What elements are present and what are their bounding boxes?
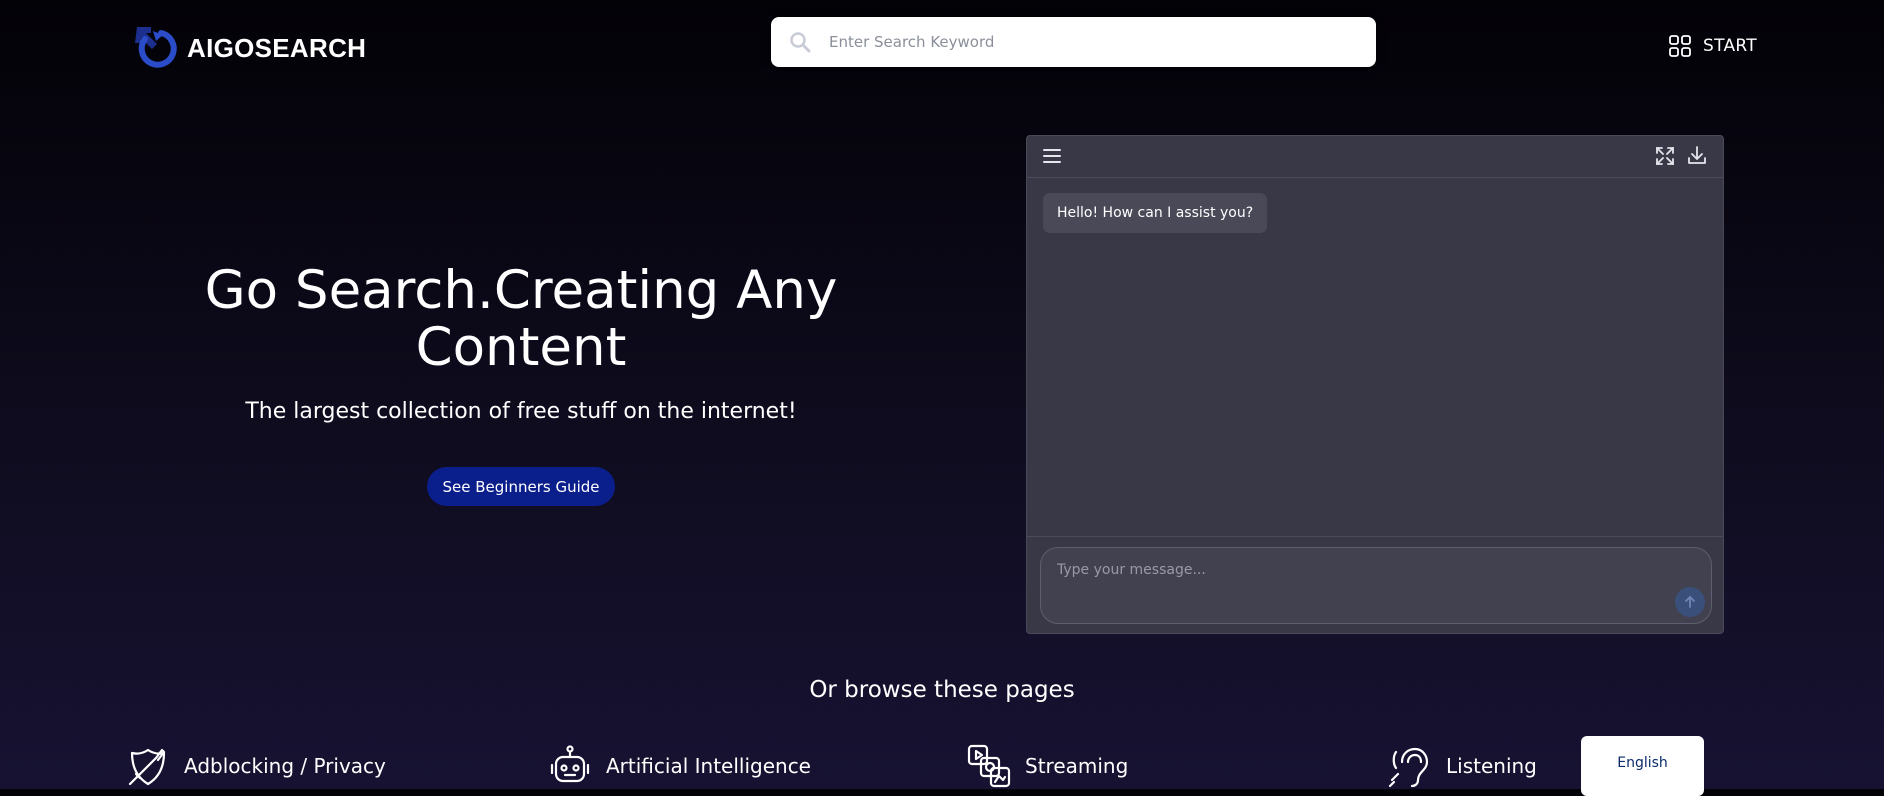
category-label: Artificial Intelligence	[606, 754, 811, 778]
category-label: Listening	[1446, 754, 1537, 778]
grid-icon	[1669, 35, 1691, 57]
search-input[interactable]	[827, 32, 1351, 52]
expand-icon[interactable]	[1656, 147, 1674, 165]
search-bar[interactable]	[771, 17, 1376, 67]
category-label: Streaming	[1025, 754, 1129, 778]
download-icon[interactable]	[1688, 146, 1706, 165]
message-composer[interactable]	[1040, 547, 1712, 624]
hero-subtitle: The largest collection of free stuff on …	[245, 399, 797, 424]
chat-divider	[1027, 536, 1723, 537]
category-listening[interactable]: Listening	[1388, 744, 1537, 788]
site-logo[interactable]: AIGOSEARCH	[131, 25, 366, 71]
hero-title-line1: Go Search.Creating Any	[204, 260, 838, 321]
hero-title-line2: Content	[415, 317, 627, 378]
ear-icon	[1388, 747, 1429, 788]
category-adblocking-privacy[interactable]: Adblocking / Privacy	[126, 744, 386, 788]
logo-icon	[135, 27, 177, 68]
message-input[interactable]	[1055, 558, 1659, 582]
hero-title: Go Search.Creating Any Content	[120, 262, 922, 376]
search-icon	[790, 32, 811, 53]
chat-widget: Hello! How can I assist you?	[1026, 135, 1724, 634]
logo-text: AIGOSEARCH	[187, 32, 367, 63]
send-button[interactable]	[1675, 587, 1705, 617]
assistant-message: Hello! How can I assist you?	[1043, 193, 1268, 233]
beginners-guide-button[interactable]: See Beginners Guide	[427, 467, 615, 506]
chat-toolbar	[1027, 136, 1723, 178]
shield-sword-icon	[128, 748, 166, 786]
start-button[interactable]: START	[1669, 35, 1757, 57]
send-arrow-icon	[1685, 596, 1695, 608]
category-streaming[interactable]: Streaming	[967, 744, 1128, 788]
browse-title: Or browse these pages	[809, 677, 1075, 703]
start-label: START	[1703, 36, 1757, 56]
menu-icon[interactable]	[1043, 148, 1061, 164]
robot-icon	[550, 745, 590, 783]
streaming-media-icon	[967, 744, 1011, 788]
category-label: Adblocking / Privacy	[184, 754, 386, 778]
language-selector[interactable]: English	[1581, 736, 1704, 796]
category-artificial-intelligence[interactable]: Artificial Intelligence	[548, 744, 811, 788]
